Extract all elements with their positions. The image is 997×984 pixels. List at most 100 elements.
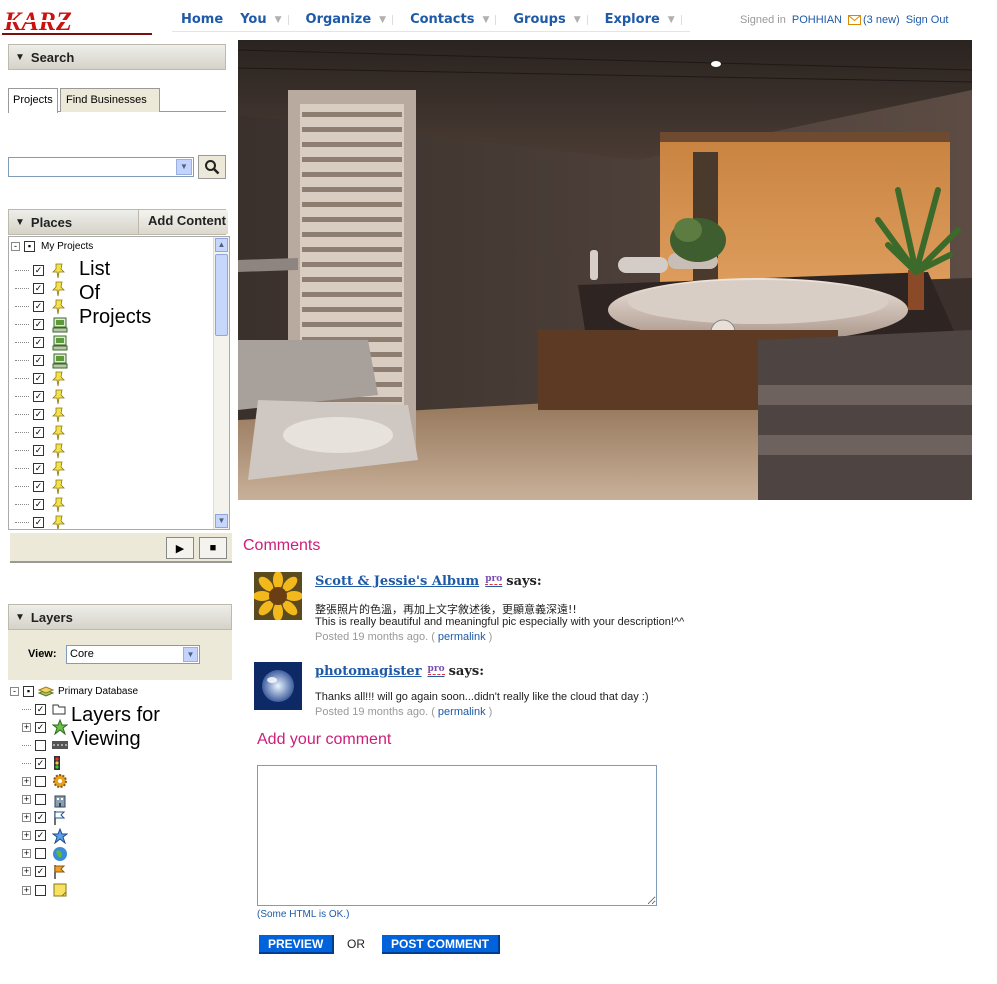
add-content-button[interactable]: Add Content xyxy=(138,210,228,234)
project-item[interactable]: ✓ xyxy=(15,513,65,529)
comment-author-link[interactable]: photomagister pro says: xyxy=(315,664,484,679)
item-checkbox[interactable]: ✓ xyxy=(33,480,44,492)
layer-item[interactable]: + xyxy=(22,881,68,899)
layer-checkbox[interactable]: ✓ xyxy=(35,866,46,878)
expand-plus-icon[interactable]: + xyxy=(22,813,31,823)
chevron-down-icon[interactable]: ▼ xyxy=(379,14,394,25)
layer-checkbox[interactable]: ✓ xyxy=(35,812,46,824)
preview-button[interactable]: PREVIEW xyxy=(259,935,335,954)
nav-organize[interactable]: Organize ▼ xyxy=(297,12,402,27)
project-item[interactable]: ✓ xyxy=(15,459,65,477)
pro-badge[interactable]: pro xyxy=(485,574,503,585)
project-item[interactable]: ✓ xyxy=(15,387,65,405)
item-checkbox[interactable]: ✓ xyxy=(33,318,44,330)
layer-checkbox[interactable] xyxy=(35,794,46,805)
layer-item[interactable]: + xyxy=(22,772,68,790)
layer-checkbox[interactable] xyxy=(35,848,46,860)
sign-out-link[interactable]: Sign Out xyxy=(906,14,949,26)
search-panel-header[interactable]: ▼ Search xyxy=(8,44,226,70)
comment-author-link[interactable]: Scott & Jessie's Album pro says: xyxy=(315,574,542,589)
layer-checkbox[interactable] xyxy=(35,739,46,751)
search-button[interactable] xyxy=(198,155,226,179)
dropdown-arrow-icon[interactable]: ▼ xyxy=(176,159,192,175)
item-checkbox[interactable]: ✓ xyxy=(33,282,44,294)
layer-item[interactable]: + ✓ xyxy=(22,718,68,736)
item-checkbox[interactable]: ✓ xyxy=(33,462,44,474)
item-checkbox[interactable]: ✓ xyxy=(33,264,44,276)
dropdown-arrow-icon[interactable]: ▼ xyxy=(183,647,198,662)
avatar-water-drop[interactable] xyxy=(254,662,302,710)
project-item[interactable]: ✓ xyxy=(15,261,65,279)
project-item[interactable]: ✓ xyxy=(15,351,68,369)
item-checkbox[interactable]: ✓ xyxy=(33,498,44,510)
layer-item[interactable]: + xyxy=(22,845,68,863)
layer-checkbox[interactable]: ✓ xyxy=(35,721,46,733)
layer-item[interactable]: ✓ xyxy=(22,700,66,718)
expand-plus-icon[interactable]: + xyxy=(22,885,31,895)
mail-link[interactable]: (3 new) xyxy=(848,14,900,26)
permalink-link[interactable]: permalink xyxy=(438,706,486,718)
tab-projects[interactable]: Projects xyxy=(8,88,58,113)
comment-textarea[interactable] xyxy=(257,765,657,906)
layer-checkbox[interactable]: ✓ xyxy=(35,757,46,769)
layer-item[interactable]: + xyxy=(22,791,68,809)
expand-plus-icon[interactable]: + xyxy=(22,795,31,804)
scroll-up-icon[interactable]: ▲ xyxy=(215,238,228,252)
layer-checkbox[interactable] xyxy=(35,884,46,896)
karz-logo[interactable]: KARZ xyxy=(2,8,162,36)
item-checkbox[interactable]: ✓ xyxy=(33,516,44,528)
item-checkbox[interactable]: ✓ xyxy=(33,354,44,366)
expand-plus-icon[interactable]: + xyxy=(22,831,31,841)
chevron-down-icon[interactable]: ▼ xyxy=(482,14,497,25)
item-checkbox[interactable]: ✓ xyxy=(33,300,44,312)
project-item[interactable]: ✓ xyxy=(15,477,65,495)
layer-item[interactable]: + ✓ xyxy=(22,809,66,827)
search-input[interactable]: ▼ xyxy=(8,157,194,177)
project-item[interactable]: ✓ xyxy=(15,333,68,351)
scroll-thumb[interactable] xyxy=(215,254,228,336)
project-item[interactable]: ✓ xyxy=(15,441,65,459)
item-checkbox[interactable]: ✓ xyxy=(33,390,44,402)
stop-button[interactable]: ■ xyxy=(199,537,227,559)
tree-root-primary-database[interactable]: - ▪ Primary Database xyxy=(10,682,138,700)
partial-checkbox[interactable]: ▪ xyxy=(23,685,34,697)
item-checkbox[interactable]: ✓ xyxy=(33,336,44,348)
project-item[interactable]: ✓ xyxy=(15,405,65,423)
item-checkbox[interactable]: ✓ xyxy=(33,426,44,438)
play-button[interactable]: ▶ xyxy=(166,537,194,559)
item-checkbox[interactable]: ✓ xyxy=(33,444,44,456)
expand-plus-icon[interactable]: + xyxy=(22,722,31,732)
collapse-minus-icon[interactable]: - xyxy=(10,686,19,696)
expand-plus-icon[interactable]: + xyxy=(22,776,31,786)
project-item[interactable]: ✓ xyxy=(15,315,68,333)
nav-home[interactable]: Home xyxy=(172,12,231,27)
nav-you[interactable]: You ▼ xyxy=(231,12,296,27)
nav-explore[interactable]: Explore ▼ xyxy=(596,12,690,27)
project-item[interactable]: ✓ xyxy=(15,495,65,513)
layer-item[interactable]: + ✓ xyxy=(22,863,66,881)
author-name[interactable]: photomagister xyxy=(315,664,422,679)
author-name[interactable]: Scott & Jessie's Album xyxy=(315,574,479,589)
post-comment-button[interactable]: POST COMMENT xyxy=(382,935,500,954)
expand-plus-icon[interactable]: + xyxy=(22,867,31,877)
item-checkbox[interactable]: ✓ xyxy=(33,408,44,420)
item-checkbox[interactable]: ✓ xyxy=(33,372,44,384)
expand-plus-icon[interactable]: + xyxy=(22,849,31,859)
project-item[interactable]: ✓ xyxy=(15,369,65,387)
collapse-minus-icon[interactable]: - xyxy=(11,241,20,251)
avatar-sunflower[interactable] xyxy=(254,572,302,620)
layer-checkbox[interactable]: ✓ xyxy=(35,703,46,715)
nav-contacts[interactable]: Contacts ▼ xyxy=(401,12,504,27)
view-select[interactable]: Core ▼ xyxy=(66,645,200,664)
partial-checkbox[interactable]: ▪ xyxy=(24,240,35,252)
project-item[interactable]: ✓ xyxy=(15,423,65,441)
permalink-link[interactable]: permalink xyxy=(438,631,486,643)
pro-badge[interactable]: pro xyxy=(427,664,445,675)
username-link[interactable]: POHHIAN xyxy=(792,14,842,26)
tree-root-my-projects[interactable]: - ▪ My Projects xyxy=(11,237,93,255)
chevron-down-icon[interactable]: ▼ xyxy=(275,14,289,25)
layer-item[interactable] xyxy=(22,736,68,754)
layers-panel-header[interactable]: ▼ Layers xyxy=(8,604,232,630)
scroll-down-icon[interactable]: ▼ xyxy=(215,514,228,528)
layer-checkbox[interactable] xyxy=(35,775,46,787)
